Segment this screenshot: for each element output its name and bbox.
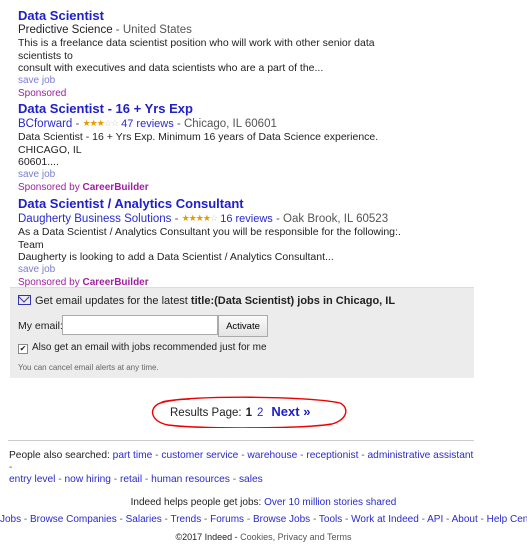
related-search-link[interactable]: part time (113, 450, 153, 461)
job-result: Data Scientist Predictive Science - Unit… (18, 8, 418, 100)
save-job-link[interactable]: save job (18, 264, 418, 276)
footer-link-work-at-indeed[interactable]: Work at Indeed (351, 514, 419, 525)
recommend-checkbox[interactable]: ✔ (18, 344, 28, 354)
sponsored-label: Sponsored by CareerBuilder (18, 181, 149, 193)
email-alert-box: Get email updates for the latest title:(… (10, 287, 474, 378)
related-search-link[interactable]: human resources (151, 474, 230, 485)
copyright: ©2017 Indeed - Cookies, Privacy and Term… (175, 532, 352, 542)
job-title-link[interactable]: Data Scientist / Analytics Consultant (18, 196, 418, 211)
rating-stars-icon: ★★★★☆ (181, 213, 218, 223)
related-search-link[interactable]: receptionist (306, 450, 358, 461)
related-search-link[interactable]: now hiring (65, 474, 111, 485)
reviews-link[interactable]: 16 reviews (220, 213, 273, 225)
related-search-link[interactable]: customer service (161, 450, 238, 461)
company-link[interactable]: Daugherty Business Solutions (18, 213, 171, 225)
related-search-link[interactable]: sales (239, 474, 263, 485)
job-location: Chicago, IL 60601 (183, 118, 277, 130)
company-line: Daugherty Business Solutions - ★★★★☆ 16 … (18, 213, 389, 225)
footer-link-tools[interactable]: Tools (319, 514, 342, 525)
helps-line: Indeed helps people get jobs: Over 10 mi… (130, 497, 397, 508)
company-link[interactable]: BCforward (18, 118, 72, 130)
cookies-privacy-terms-link[interactable]: Cookies, Privacy and Terms (240, 532, 351, 542)
pager-text: Results Page: 1 2 Next » (170, 404, 310, 419)
mail-icon (18, 295, 31, 305)
job-title-link[interactable]: Data Scientist - 16 + Yrs Exp (18, 101, 418, 116)
company-name: Predictive Science (18, 24, 113, 36)
footer-link-salaries[interactable]: Salaries (126, 514, 162, 525)
job-title-link[interactable]: Data Scientist (18, 8, 418, 23)
footer-link-jobs[interactable]: Jobs (0, 514, 21, 525)
footer-link-about[interactable]: About (452, 514, 478, 525)
also-searched-label: People also searched: (9, 450, 110, 461)
footer-link-api[interactable]: API (427, 514, 443, 525)
email-label: My email: (18, 320, 63, 332)
save-job-link[interactable]: save job (18, 75, 418, 87)
email-field[interactable] (62, 315, 218, 335)
job-snippet: This is a freelance data scientist posit… (18, 37, 375, 74)
job-location: United States (122, 24, 192, 36)
job-location: Oak Brook, IL 60523 (283, 213, 389, 225)
footer-link-help-center[interactable]: Help Center (487, 514, 527, 525)
activate-button[interactable]: Activate (218, 315, 268, 337)
company-line: BCforward - ★★★☆☆ 47 reviews - Chicago, … (18, 118, 277, 130)
pager-label: Results Page: (170, 407, 242, 419)
footer-links: Jobs - Browse Companies - Salaries - Tre… (0, 514, 527, 525)
recommend-label: Also get an email with jobs recommended … (32, 342, 267, 353)
job-snippet: As a Data Scientist / Analytics Consulta… (18, 226, 401, 263)
current-page: 1 (245, 407, 253, 419)
save-job-link[interactable]: save job (18, 169, 418, 181)
job-result: Data Scientist - 16 + Yrs Exp BCforward … (18, 101, 418, 194)
next-page-link[interactable]: Next » (271, 404, 310, 419)
page-2-link[interactable]: 2 (257, 407, 263, 419)
results-pager: Results Page: 1 2 Next » (150, 396, 350, 428)
footer-link-trends[interactable]: Trends (170, 514, 201, 525)
company-line: Predictive Science - United States (18, 24, 192, 36)
related-search-link[interactable]: administrative assistant (368, 450, 474, 461)
alert-heading: Get email updates for the latest title:(… (18, 295, 395, 307)
divider (8, 440, 474, 441)
people-also-searched: People also searched: part time - custom… (9, 450, 474, 485)
related-search-link[interactable]: entry level (9, 474, 55, 485)
sponsor-name: CareerBuilder (82, 276, 149, 288)
job-snippet: Data Scientist - 16 + Yrs Exp. Minimum 1… (18, 131, 379, 168)
reviews-link[interactable]: 47 reviews (121, 118, 174, 130)
rating-stars-icon: ★★★☆☆ (82, 118, 119, 128)
sponsor-name: CareerBuilder (82, 181, 149, 193)
footer-link-browse-companies[interactable]: Browse Companies (30, 514, 117, 525)
related-search-link[interactable]: warehouse (247, 450, 297, 461)
footer-link-forums[interactable]: Forums (210, 514, 244, 525)
sponsored-label: Sponsored (18, 87, 67, 99)
job-result: Data Scientist / Analytics Consultant Da… (18, 196, 418, 289)
cancel-note: You can cancel email alerts at any time. (18, 363, 159, 372)
related-search-link[interactable]: retail (120, 474, 142, 485)
footer-link-browse-jobs[interactable]: Browse Jobs (253, 514, 310, 525)
recommend-checkbox-row[interactable]: ✔ Also get an email with jobs recommended… (18, 342, 267, 354)
stories-link[interactable]: Over 10 million stories shared (264, 497, 396, 508)
